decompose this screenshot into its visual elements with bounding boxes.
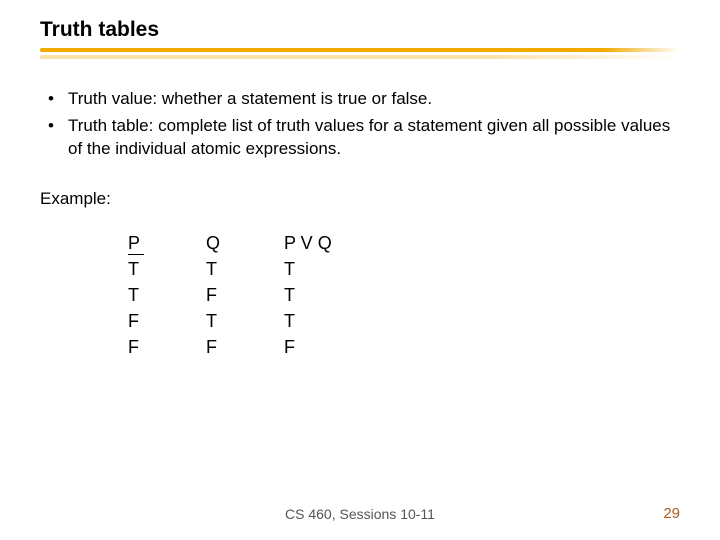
table-row: F F F — [128, 335, 680, 361]
truth-table: P Q P V Q T T T T F T F T T F F F — [128, 231, 680, 361]
cell: F — [128, 337, 206, 358]
cell: T — [284, 259, 374, 280]
cell: T — [284, 285, 374, 306]
cell: T — [128, 285, 206, 306]
col-header-q: Q — [206, 233, 220, 253]
table-row: T T T — [128, 257, 680, 283]
table-row: F T T — [128, 309, 680, 335]
example-label: Example: — [40, 189, 680, 209]
bullet-item: Truth table: complete list of truth valu… — [40, 115, 680, 161]
cell: T — [284, 311, 374, 332]
cell: F — [206, 337, 284, 358]
title-underline — [40, 48, 680, 62]
cell: F — [284, 337, 374, 358]
table-header-row: P Q P V Q — [128, 231, 680, 257]
footer-text: CS 460, Sessions 10-11 — [0, 506, 720, 522]
slide-title: Truth tables — [40, 18, 680, 42]
cell: F — [206, 285, 284, 306]
cell: T — [206, 259, 284, 280]
cell: T — [128, 259, 206, 280]
col-header-p: P — [128, 234, 144, 255]
col-header-pvq: P V Q — [284, 233, 332, 253]
page-number: 29 — [663, 505, 680, 522]
bullet-list: Truth value: whether a statement is true… — [40, 88, 680, 161]
bullet-item: Truth value: whether a statement is true… — [40, 88, 680, 111]
table-row: T F T — [128, 283, 680, 309]
cell: T — [206, 311, 284, 332]
cell: F — [128, 311, 206, 332]
